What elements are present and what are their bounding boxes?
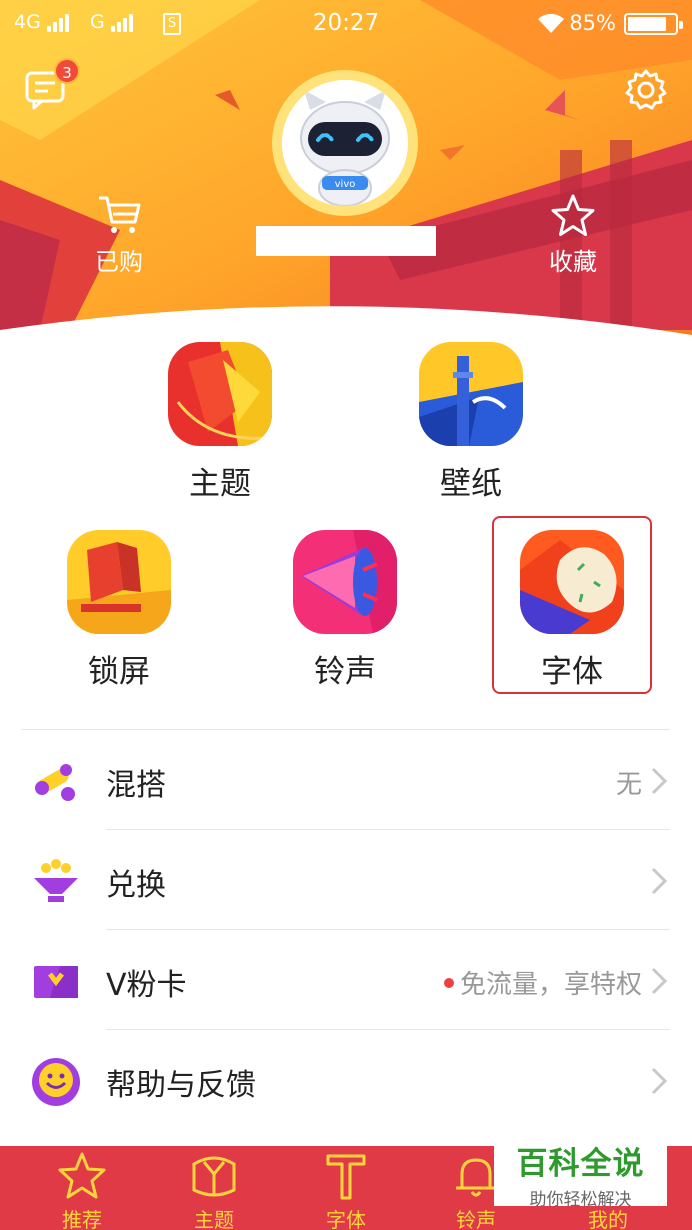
chevron-right-icon xyxy=(651,767,668,795)
list-item-label: V粉卡 xyxy=(106,968,187,1003)
avatar-brand-text: vivo xyxy=(335,179,356,190)
tab-theme-label: 主题 xyxy=(194,1208,234,1230)
message-count-badge: 3 xyxy=(54,58,80,84)
star-icon xyxy=(551,194,595,236)
gear-icon[interactable] xyxy=(624,68,668,112)
tab-font-label: 字体 xyxy=(326,1208,366,1230)
font-icon xyxy=(520,530,624,634)
robot-avatar-icon: vivo xyxy=(282,80,408,206)
category-font-label: 字体 xyxy=(541,654,603,690)
star-icon xyxy=(58,1152,106,1199)
status-bar: 4G G S 20:27 85% xyxy=(0,0,692,48)
shopping-cart-icon xyxy=(99,196,141,233)
chevron-right-icon xyxy=(651,867,668,895)
favorites-label: 收藏 xyxy=(549,248,597,276)
list-item-value: 免流量，享特权 xyxy=(443,964,642,1001)
favorites-button[interactable]: 收藏 xyxy=(528,192,618,277)
battery-icon xyxy=(624,13,683,35)
theme-icon xyxy=(168,342,272,446)
exchange-icon xyxy=(34,859,78,902)
tab-recommend[interactable]: 推荐 xyxy=(32,1150,132,1230)
category-wallpaper-label: 壁纸 xyxy=(440,466,502,502)
purchased-label: 已购 xyxy=(95,248,143,276)
category-lockscreen-label: 锁屏 xyxy=(88,654,150,690)
ringtone-icon xyxy=(293,530,397,634)
wallpaper-icon xyxy=(419,342,523,446)
list-item-label: 混搭 xyxy=(106,768,166,803)
vcard-icon xyxy=(34,966,78,998)
category-font[interactable]: 字体 xyxy=(492,516,652,694)
mix-icon xyxy=(35,764,75,801)
chevron-right-icon xyxy=(651,967,668,995)
tab-mine-label: 我的 xyxy=(588,1208,628,1230)
list-item-label: 兑换 xyxy=(106,868,166,903)
list-item-vcard[interactable]: V粉卡 免流量，享特权 xyxy=(0,930,692,1030)
tab-theme[interactable]: 主题 xyxy=(164,1150,264,1230)
list-item-value: 无 xyxy=(615,770,642,800)
category-theme-label: 主题 xyxy=(189,466,251,502)
chevron-right-icon xyxy=(651,1067,668,1095)
help-icon xyxy=(32,1058,80,1106)
category-lockscreen[interactable]: 锁屏 xyxy=(39,530,199,691)
tab-font[interactable]: 字体 xyxy=(296,1150,396,1230)
category-wallpaper[interactable]: 壁纸 xyxy=(391,342,551,503)
watermark-title: 百科全说 xyxy=(516,1146,645,1182)
tshirt-icon xyxy=(192,1156,236,1197)
lockscreen-icon xyxy=(67,530,171,634)
category-theme[interactable]: 主题 xyxy=(140,342,300,503)
avatar[interactable]: vivo xyxy=(272,70,418,216)
list-item-label: 帮助与反馈 xyxy=(106,1068,256,1103)
list-item-exchange[interactable]: 兑换 xyxy=(0,830,692,930)
battery-percent: 85% xyxy=(569,11,616,35)
list-item-help[interactable]: 帮助与反馈 xyxy=(0,1030,692,1130)
watermark-subtitle: 助你轻松解决 xyxy=(529,1190,632,1210)
tab-ringtone-label: 铃声 xyxy=(456,1208,496,1230)
tab-recommend-label: 推荐 xyxy=(62,1208,102,1230)
wifi-icon xyxy=(538,13,564,33)
category-ringtone[interactable]: 铃声 xyxy=(265,530,425,691)
username-redacted xyxy=(256,226,436,256)
purchased-button[interactable]: 已购 xyxy=(74,192,164,277)
vcard-promo-text: 免流量，享特权 xyxy=(459,970,642,1000)
list-item-mix[interactable]: 混搭 无 xyxy=(0,730,692,830)
new-dot-indicator xyxy=(443,977,454,988)
watermark-overlay: 百科全说 助你轻松解决 xyxy=(494,1130,667,1210)
profile-header: 4G G S 20:27 85% 3 vivo 已购 收藏 xyxy=(0,0,692,340)
category-ringtone-label: 铃声 xyxy=(314,654,376,690)
letter-t-icon xyxy=(326,1154,366,1200)
